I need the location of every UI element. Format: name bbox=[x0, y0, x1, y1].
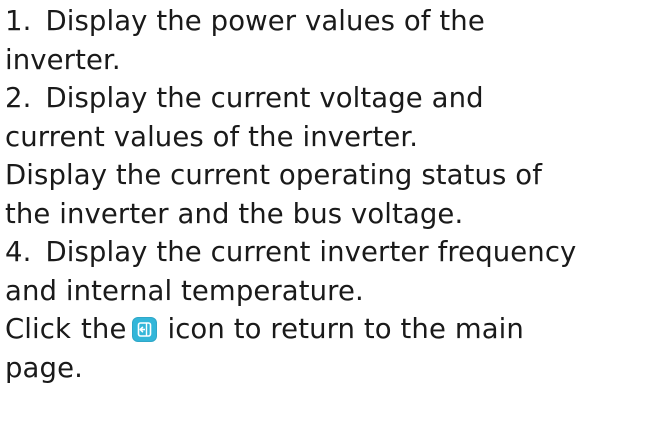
item-1-number: 1. bbox=[5, 5, 32, 37]
item-2-line-2: current values of the inverter. bbox=[5, 118, 660, 157]
item-1-text-line-2: inverter. bbox=[5, 43, 121, 76]
item-4-text-line-1: Display the current inverter frequency bbox=[45, 236, 577, 268]
item-4-line-1: 4. Display the current inverter frequency bbox=[5, 233, 660, 272]
item-3-line-2: the inverter and the bus voltage. bbox=[5, 195, 660, 234]
return-note-line-1: Click the icon to return to the main bbox=[5, 310, 660, 349]
instruction-text: 1. Display the power values of the invert… bbox=[5, 2, 660, 387]
item-4-number: 4. bbox=[5, 236, 32, 268]
item-2-number: 2. bbox=[5, 82, 32, 114]
return-note-prefix: Click bbox=[5, 313, 72, 345]
return-note-line-2: page. bbox=[5, 349, 660, 388]
item-2-line-1: 2. Display the current voltage and bbox=[5, 79, 660, 118]
return-note-text-line-2: page. bbox=[5, 351, 83, 384]
return-icon-glyph bbox=[138, 322, 152, 337]
item-4-text-line-2: and internal temperature. bbox=[5, 274, 364, 307]
item-3-text-line-1: Display the current operating status of bbox=[5, 159, 542, 191]
item-4-line-2: and internal temperature. bbox=[5, 272, 660, 311]
item-1-text-line-1: Display the power values of the bbox=[45, 5, 485, 37]
return-icon bbox=[132, 317, 158, 342]
item-1-line-2: inverter. bbox=[5, 41, 660, 80]
item-2-text-line-1: Display the current voltage and bbox=[45, 82, 484, 114]
return-note-suffix: icon to return to the main bbox=[167, 313, 524, 345]
item-1-line-1: 1. Display the power values of the bbox=[5, 2, 660, 41]
return-note-word-the: the bbox=[81, 313, 127, 345]
item-3-line-1: Display the current operating status of bbox=[5, 156, 660, 195]
item-2-text-line-2: current values of the inverter. bbox=[5, 120, 419, 153]
item-3-text-line-2: the inverter and the bus voltage. bbox=[5, 197, 464, 230]
